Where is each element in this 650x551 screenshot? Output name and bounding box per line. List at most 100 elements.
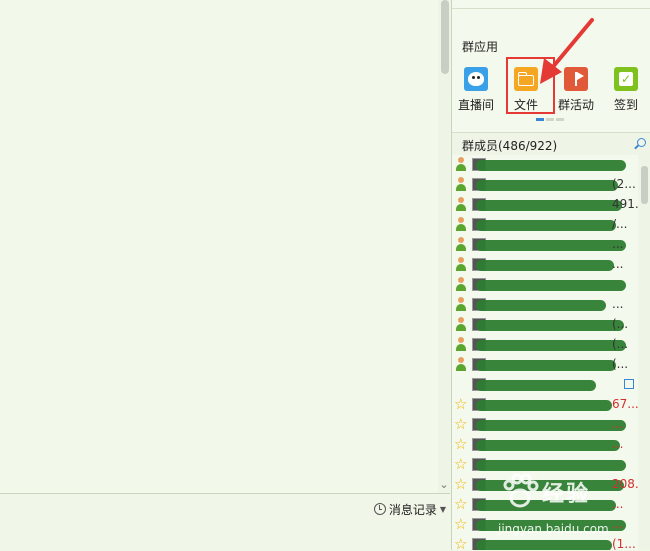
message-history-label: 消息记录 xyxy=(388,502,437,517)
member-row[interactable]: ... xyxy=(452,235,638,255)
member-name-text: 491... xyxy=(612,197,638,211)
member-row[interactable]: 491... xyxy=(452,195,638,215)
app-label: 签到 xyxy=(613,98,638,112)
redaction-scribble xyxy=(476,500,616,511)
member-row[interactable]: /... xyxy=(452,215,638,235)
member-row[interactable]: ☆... xyxy=(452,435,638,455)
redaction-scribble xyxy=(476,360,616,371)
caret-down-icon: ▼ xyxy=(439,504,446,514)
group-apps-title: 群应用 xyxy=(462,40,499,54)
pager-dot[interactable] xyxy=(536,118,544,121)
member-star-icon: ☆ xyxy=(454,415,468,433)
group-side-panel: 群应用 直播间 文件 群活动 ✓ 签到 群成员(486/922) (2... 49… xyxy=(452,0,650,550)
member-person-icon xyxy=(454,177,468,191)
redaction-scribble xyxy=(476,220,616,231)
folder-icon xyxy=(514,67,538,91)
member-person-icon xyxy=(454,237,468,251)
member-name-text: (... xyxy=(612,317,629,331)
member-name-text: (... xyxy=(612,357,629,371)
pager-dot[interactable] xyxy=(556,118,564,121)
member-star-icon: ☆ xyxy=(454,475,468,493)
member-row[interactable]: (... xyxy=(452,355,638,375)
members-header: 群成员(486/922) xyxy=(452,132,650,155)
member-row[interactable]: ☆ xyxy=(452,455,638,475)
member-list: (2... 491... /............ (... (... (... ☆ 67.… xyxy=(452,155,638,550)
member-star-icon: ☆ xyxy=(454,535,468,551)
live-broadcast-icon xyxy=(464,67,488,91)
app-checkin[interactable]: ✓ 签到 xyxy=(603,64,649,113)
group-apps-row: 直播间 文件 群活动 ✓ 签到 xyxy=(452,64,650,112)
member-row[interactable] xyxy=(452,155,638,175)
clock-icon xyxy=(373,503,386,515)
member-name-text: 67... xyxy=(612,397,638,411)
app-label: 群活动 xyxy=(557,98,594,112)
member-row[interactable] xyxy=(452,375,638,395)
member-row[interactable]: (2... xyxy=(452,175,638,195)
member-name-text: ... xyxy=(612,237,624,251)
member-name-text: ... xyxy=(612,497,624,511)
redaction-scribble xyxy=(476,400,612,411)
member-person-icon xyxy=(454,297,468,311)
edit-icon[interactable] xyxy=(624,379,634,389)
redaction-scribble xyxy=(476,420,626,431)
member-row[interactable]: ☆... xyxy=(452,515,638,535)
member-row[interactable]: ☆ 208... xyxy=(452,475,638,495)
member-person-icon xyxy=(454,257,468,271)
member-person-icon xyxy=(454,337,468,351)
member-row[interactable]: (... xyxy=(452,315,638,335)
chat-scrollbar-thumb[interactable] xyxy=(441,0,449,74)
member-person-icon xyxy=(454,317,468,331)
checkin-check-icon: ✓ xyxy=(614,67,638,91)
members-title: 群成员(486/922) xyxy=(462,139,558,153)
member-row[interactable]: ☆ 67... xyxy=(452,395,638,415)
activity-flag-icon xyxy=(564,67,588,91)
member-row[interactable]: ☆... xyxy=(452,415,638,435)
member-row[interactable]: ... xyxy=(452,255,638,275)
search-icon[interactable] xyxy=(637,138,646,147)
app-group-activity[interactable]: 群活动 xyxy=(553,64,599,113)
member-name-text: ... xyxy=(612,297,624,311)
redaction-scribble xyxy=(476,320,624,331)
message-history-button[interactable]: 消息记录 ▼ xyxy=(373,500,446,518)
app-live-broadcast[interactable]: 直播间 xyxy=(453,64,499,113)
member-person-icon xyxy=(454,197,468,211)
redaction-scribble xyxy=(476,240,626,251)
redaction-scribble xyxy=(476,260,614,271)
app-label: 直播间 xyxy=(457,98,494,112)
chat-message-area[interactable] xyxy=(0,0,438,493)
member-name-text: (2... xyxy=(612,177,636,191)
redaction-scribble xyxy=(476,460,626,471)
member-list-scrollbar[interactable] xyxy=(638,155,650,550)
member-row[interactable]: ☆ (1... xyxy=(452,535,638,550)
redaction-scribble xyxy=(476,300,606,311)
member-name-text: (... xyxy=(612,337,629,351)
redaction-scribble xyxy=(476,540,612,550)
member-row[interactable]: ... xyxy=(452,295,638,315)
member-person-icon xyxy=(454,217,468,231)
apps-pager[interactable] xyxy=(536,118,564,121)
member-name-text: ... xyxy=(612,257,624,271)
redaction-scribble xyxy=(476,340,626,351)
member-person-icon xyxy=(454,277,468,291)
panel-top-band xyxy=(452,0,650,9)
member-list-scrollbar-thumb[interactable] xyxy=(641,166,648,204)
redaction-scribble xyxy=(476,180,618,191)
member-name-text: /... xyxy=(612,217,628,231)
member-name-text: (1... xyxy=(612,537,636,550)
member-name-text: ... xyxy=(612,417,624,431)
pager-dot[interactable] xyxy=(546,118,554,121)
member-name-text: ... xyxy=(612,437,624,451)
member-name-text: 208... xyxy=(612,477,638,491)
member-row[interactable]: (... xyxy=(452,335,638,355)
member-person-icon xyxy=(454,157,468,171)
collapse-chevron-icon[interactable]: ⌄ xyxy=(438,478,450,492)
redaction-scribble xyxy=(476,440,620,451)
member-star-icon: ☆ xyxy=(454,495,468,513)
member-row[interactable] xyxy=(452,275,638,295)
member-star-icon: ☆ xyxy=(454,455,468,473)
redaction-scribble xyxy=(476,520,626,531)
member-row[interactable]: ☆... xyxy=(452,495,638,515)
app-files[interactable]: 文件 xyxy=(503,64,549,113)
redaction-scribble xyxy=(476,480,624,491)
member-star-icon: ☆ xyxy=(454,395,468,413)
